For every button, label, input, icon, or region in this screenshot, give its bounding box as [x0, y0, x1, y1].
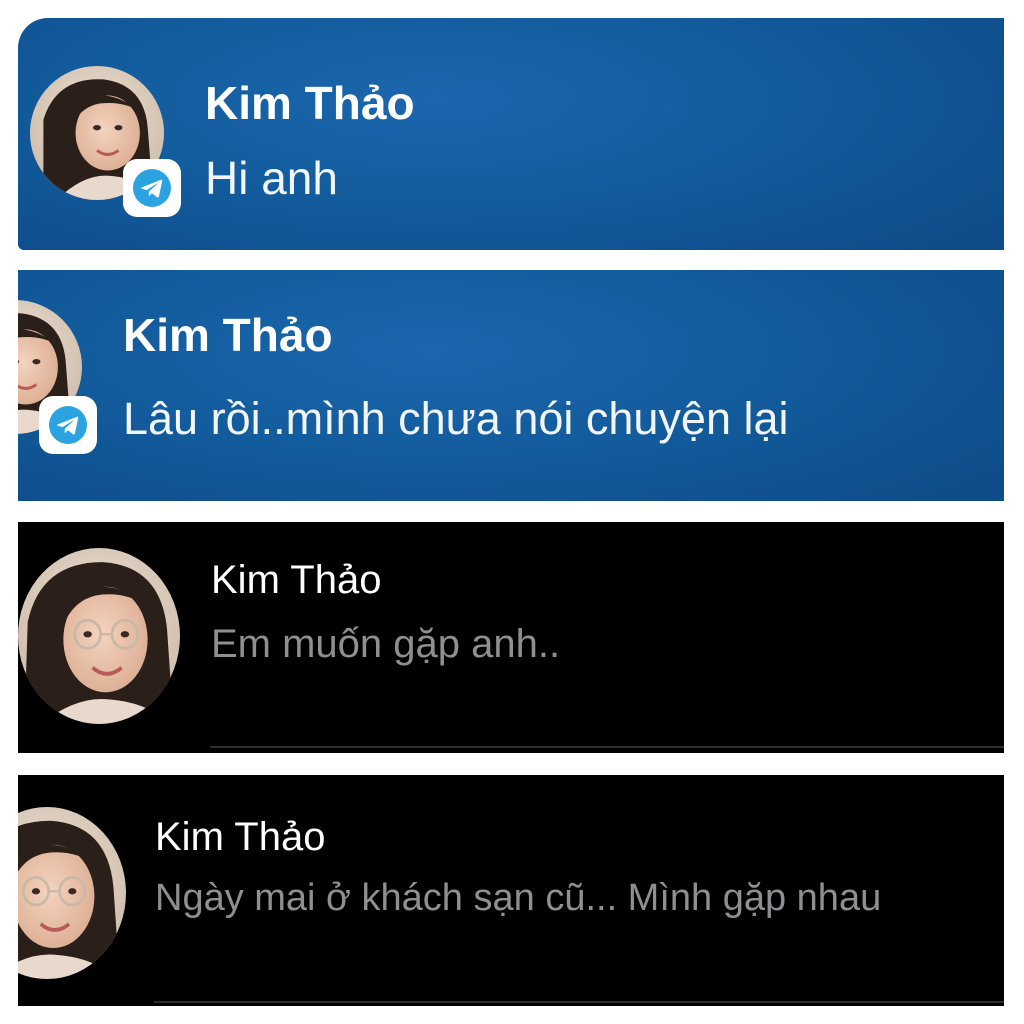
telegram-icon [133, 169, 171, 207]
telegram-icon [49, 406, 87, 444]
message-preview: Ngày mai ở khách sạn cũ... Mình gặp nhau [155, 877, 882, 919]
message-preview: Lâu rồi..mình chưa nói chuyện lại [123, 393, 789, 444]
sender-name: Kim Thảo [123, 309, 333, 361]
telegram-app-badge [39, 396, 97, 454]
sender-name: Kim Thảo [155, 815, 326, 859]
avatar [18, 548, 180, 724]
row-separator [210, 746, 1004, 748]
notification-card-2[interactable]: Kim Thảo Lâu rồi..mình chưa nói chuyện l… [18, 270, 1004, 501]
row-separator [154, 1001, 1004, 1003]
telegram-app-badge [123, 159, 181, 217]
notification-card-1[interactable]: Kim Thảo Hi anh [18, 18, 1004, 250]
notification-card-3[interactable]: Kim Thảo Em muốn gặp anh.. [18, 522, 1004, 753]
avatar [18, 807, 126, 979]
message-preview: Hi anh [205, 152, 338, 204]
notification-card-4[interactable]: Kim Thảo Ngày mai ở khách sạn cũ... Mình… [18, 775, 1004, 1006]
message-preview: Em muốn gặp anh.. [211, 622, 561, 666]
sender-name: Kim Thảo [205, 77, 415, 129]
sender-name: Kim Thảo [211, 558, 382, 602]
